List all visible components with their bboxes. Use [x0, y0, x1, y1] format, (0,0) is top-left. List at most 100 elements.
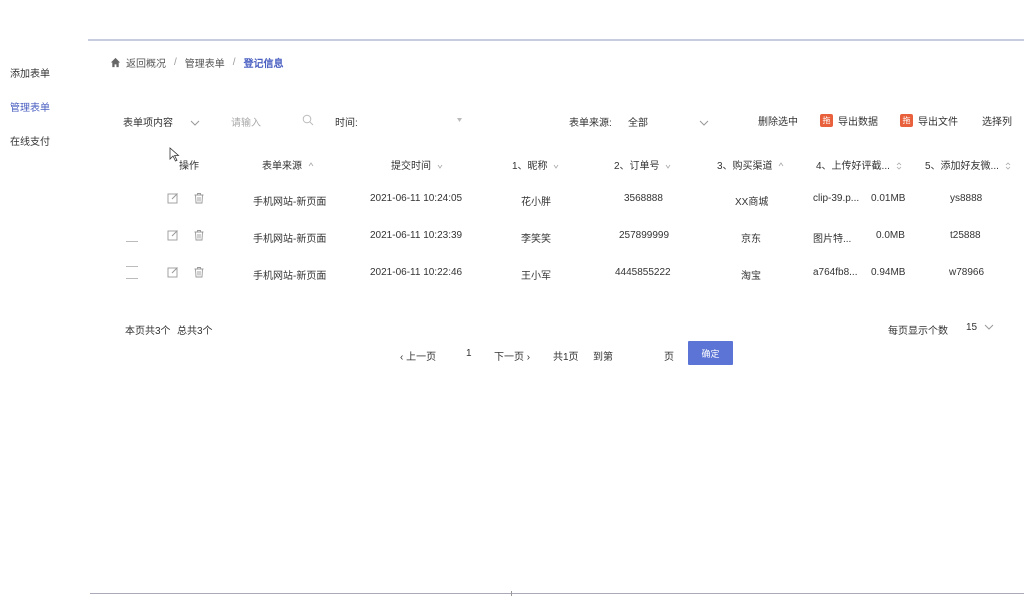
source-label: 表单来源: [569, 118, 612, 129]
cell-time: 2021-06-11 10:22:46 [370, 267, 463, 278]
edit-icon[interactable] [167, 229, 179, 241]
next-page-button[interactable]: 下一页 › [494, 348, 530, 363]
breadcrumb-back[interactable]: 返回概况 [126, 55, 166, 70]
sort-icon [896, 162, 901, 170]
cell-time: 2021-06-11 10:24:05 [370, 193, 463, 204]
sidebar-item-manage-form[interactable]: 管理表单 [10, 99, 50, 114]
cell-file-link[interactable]: clip-39.p... [813, 193, 859, 204]
sidebar-item-online-payment[interactable]: 在线支付 [10, 133, 50, 148]
page-unit-label: 页 [664, 352, 674, 363]
column-header-label: 3、购买渠道 [717, 161, 773, 172]
column-header-label: 表单来源 [262, 161, 302, 172]
cell-file-size: 0.0MB [876, 230, 905, 241]
per-page-value: 15 [966, 322, 978, 333]
column-header-nickname[interactable]: 1、昵称 [512, 157, 559, 172]
cell-source: 手机网站-新页面 [253, 271, 327, 282]
export-data-button[interactable]: 拖 导出数据 [820, 113, 878, 128]
export-file-button[interactable]: 拖 导出文件 [900, 113, 958, 128]
edit-icon[interactable] [167, 266, 179, 278]
time-label: 时间: [335, 118, 358, 129]
page-number-current[interactable]: 1 [466, 348, 472, 359]
prev-page-button[interactable]: ‹ 上一页 [400, 348, 436, 363]
search-icon[interactable] [302, 114, 314, 126]
cell-wechat: ys8888 [950, 193, 983, 204]
next-page-label: 下一页 [494, 352, 524, 363]
column-header-label: 5、添加好友微... [925, 161, 999, 172]
sort-icon [437, 165, 443, 170]
cell-nickname: 李笑笑 [521, 234, 551, 245]
cell-nickname: 王小军 [521, 271, 551, 282]
total-pages: 共1页 [553, 352, 579, 363]
cell-file-size: 0.01MB [871, 193, 906, 204]
chevron-down-icon [984, 324, 994, 330]
cell-source: 手机网站-新页面 [253, 197, 327, 208]
search-input[interactable]: 请输入 [231, 114, 261, 129]
column-header-actions: 操作 [179, 161, 199, 172]
trash-icon[interactable] [193, 229, 205, 241]
sort-icon [666, 165, 671, 170]
column-header-time[interactable]: 提交时间 [391, 157, 443, 172]
cell-order: 4445855222 [615, 267, 671, 278]
breadcrumb-current: 登记信息 [243, 59, 284, 70]
trash-icon[interactable] [193, 266, 205, 278]
cell-time: 2021-06-11 10:23:39 [370, 230, 463, 241]
caret-down-icon[interactable] [457, 118, 462, 122]
column-header-order[interactable]: 2、订单号 [614, 157, 671, 172]
cell-file-link[interactable]: 图片特... [813, 230, 851, 245]
export-icon: 拖 [900, 114, 913, 127]
export-file-label: 导出文件 [918, 117, 958, 128]
sort-icon [308, 162, 314, 167]
per-page-select[interactable]: 15 [966, 322, 994, 333]
column-header-label: 2、订单号 [614, 161, 660, 172]
column-header-label: 1、昵称 [512, 161, 548, 172]
row-checkbox-edge [126, 278, 138, 279]
row-checkbox[interactable] [126, 266, 138, 267]
sort-icon [779, 162, 784, 167]
cell-source: 手机网站-新页面 [253, 234, 327, 245]
cell-order: 257899999 [619, 230, 670, 241]
breadcrumb-manage[interactable]: 管理表单 [185, 55, 225, 70]
goto-page-input[interactable] [619, 348, 659, 360]
sidebar: 添加表单 管理表单 在线支付 [0, 0, 88, 596]
cell-channel: 淘宝 [741, 271, 761, 282]
goto-label: 到第 [593, 352, 613, 363]
sort-icon [554, 165, 559, 170]
cell-nickname: 花小胖 [521, 197, 551, 208]
column-header-label: 提交时间 [391, 161, 431, 172]
trash-icon[interactable] [193, 192, 205, 204]
total-item-count: 总共3个 [177, 326, 213, 337]
column-header-wechat[interactable]: 5、添加好友微... [925, 157, 1011, 172]
column-header-source[interactable]: 表单来源 [262, 157, 314, 172]
breadcrumb-separator: / [232, 57, 236, 68]
breadcrumb-separator: / [174, 57, 177, 68]
page-item-count: 本页共3个 [125, 326, 171, 337]
export-icon: 拖 [820, 114, 833, 127]
delete-selected-button[interactable]: 删除选中 [758, 113, 798, 128]
row-checkbox[interactable] [126, 241, 138, 242]
column-header-channel[interactable]: 3、购买渠道 [717, 157, 784, 172]
source-select[interactable]: 全部 [628, 114, 709, 129]
per-page-label: 每页显示个数 [888, 326, 948, 337]
cell-channel: XX商城 [735, 197, 769, 208]
select-columns-button[interactable]: 选择列 [982, 113, 1012, 128]
chevron-down-icon [190, 120, 200, 126]
delete-selected-label: 删除选中 [758, 117, 798, 128]
home-icon [110, 57, 121, 68]
sort-icon [1005, 162, 1010, 170]
confirm-button[interactable]: 确定 [688, 341, 733, 365]
cell-wechat: w78966 [949, 267, 985, 278]
breadcrumb: 返回概况 / 管理表单 / 登记信息 [110, 55, 284, 70]
chevron-down-icon [699, 120, 709, 126]
sidebar-item-add-form[interactable]: 添加表单 [10, 65, 50, 80]
cell-order: 3568888 [624, 193, 663, 204]
export-data-label: 导出数据 [838, 117, 878, 128]
prev-page-label: 上一页 [406, 352, 437, 363]
top-divider [88, 39, 1024, 41]
edit-icon[interactable] [167, 192, 179, 204]
field-select[interactable]: 表单项内容 [123, 114, 200, 129]
cell-channel: 京东 [741, 234, 761, 245]
source-select-value: 全部 [628, 118, 648, 129]
cell-file-link[interactable]: a764fb8... [813, 267, 857, 278]
column-header-upload[interactable]: 4、上传好评截... [816, 157, 902, 172]
field-select-value: 表单项内容 [123, 118, 173, 129]
